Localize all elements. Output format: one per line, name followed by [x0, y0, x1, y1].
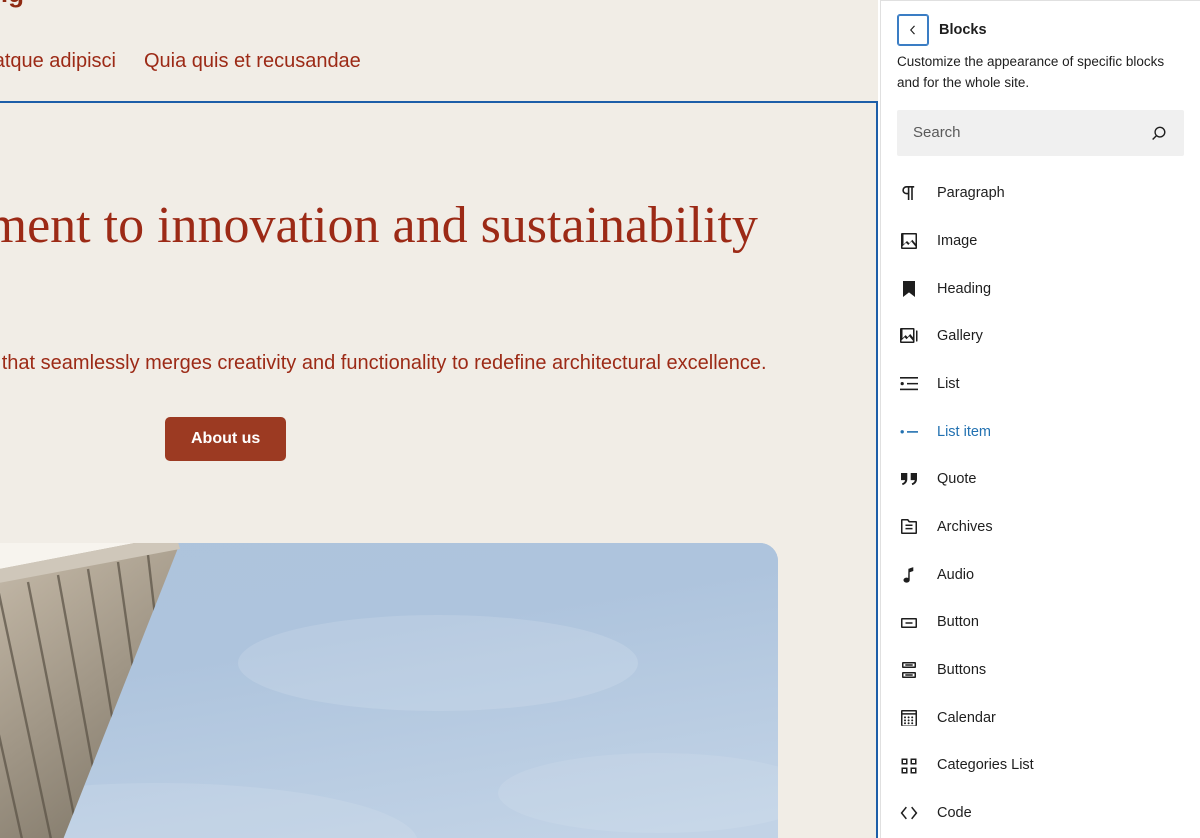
block-item-calendar[interactable]: Calendar [881, 694, 1200, 742]
buttons-icon [897, 658, 921, 682]
block-item-label: Buttons [937, 662, 987, 679]
block-item-label: Button [937, 614, 979, 631]
about-us-button[interactable]: About us [165, 417, 287, 461]
hero-subheading: Études is a pioneering firm that seamles… [0, 352, 767, 374]
sidebar-top-divider [881, 0, 1200, 1]
block-item-list[interactable]: List [881, 360, 1200, 408]
archives-icon [897, 515, 921, 539]
list-item-icon [897, 420, 921, 444]
site-navigation[interactable]: Voluptas fuga non atque adipisci Quia qu… [0, 50, 361, 73]
gallery-icon [897, 324, 921, 348]
hero-image[interactable] [0, 543, 778, 838]
block-item-buttons[interactable]: Buttons [881, 646, 1200, 694]
architecture-photo-illustration [0, 543, 778, 838]
block-item-paragraph[interactable]: Paragraph [881, 170, 1200, 218]
chevron-left-icon [910, 25, 915, 35]
block-item-label: Archives [937, 518, 993, 535]
code-icon [897, 801, 921, 825]
block-item-label: Quote [937, 471, 977, 488]
block-item-heading[interactable]: Heading [881, 265, 1200, 313]
button-icon [897, 611, 921, 635]
block-item-label: Categories List [937, 757, 1034, 774]
block-type-list: Paragraph Image Heading Gallery List Lis… [881, 170, 1200, 838]
paragraph-icon [897, 181, 921, 205]
block-item-label: List [937, 375, 960, 392]
site-preview-canvas[interactable]: ng Voluptas fuga non atque adipisci Quia… [0, 0, 878, 838]
site-editor-app: ng Voluptas fuga non atque adipisci Quia… [0, 0, 1200, 838]
block-item-image[interactable]: Image [881, 217, 1200, 265]
calendar-icon [897, 706, 921, 730]
audio-icon [897, 563, 921, 587]
block-item-label: Calendar [937, 709, 996, 726]
styles-blocks-sidebar: Blocks Customize the appearance of speci… [880, 0, 1200, 838]
image-icon [897, 229, 921, 253]
nav-link-1[interactable]: Voluptas fuga non atque adipisci [0, 50, 116, 73]
block-item-label: Gallery [937, 328, 983, 345]
quote-icon [897, 468, 921, 492]
heading-icon [897, 277, 921, 301]
categories-list-icon [897, 754, 921, 778]
back-button[interactable] [897, 14, 929, 46]
block-item-code[interactable]: Code [881, 790, 1200, 838]
hero-heading: A commitment to innovation and sustainab… [0, 197, 758, 254]
list-icon [897, 372, 921, 396]
site-title: ng [0, 0, 24, 9]
block-item-archives[interactable]: Archives [881, 503, 1200, 551]
block-item-button[interactable]: Button [881, 599, 1200, 647]
block-item-gallery[interactable]: Gallery [881, 313, 1200, 361]
block-item-quote[interactable]: Quote [881, 456, 1200, 504]
block-search[interactable] [897, 109, 1184, 156]
hero-section: A commitment to innovation and sustainab… [0, 120, 878, 461]
panel-header: Blocks [881, 0, 1200, 46]
block-item-label: Heading [937, 280, 992, 297]
nav-link-2[interactable]: Quia quis et recusandae [144, 50, 361, 73]
block-item-audio[interactable]: Audio [881, 551, 1200, 599]
search-input[interactable] [897, 109, 1184, 156]
block-item-label: List item [937, 423, 991, 440]
block-item-label: Code [937, 805, 972, 822]
block-item-label: Paragraph [937, 185, 1005, 202]
block-item-label: Image [937, 232, 978, 249]
block-item-categories-list[interactable]: Categories List [881, 742, 1200, 790]
block-item-list-item[interactable]: List item [881, 408, 1200, 456]
panel-description: Customize the appearance of specific blo… [897, 54, 1165, 90]
block-item-label: Audio [937, 566, 975, 583]
panel-title: Blocks [939, 22, 987, 38]
